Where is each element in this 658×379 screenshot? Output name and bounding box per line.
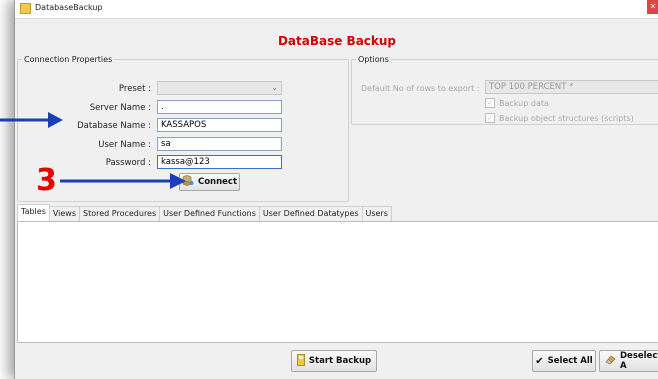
start-backup-label: Start Backup (308, 356, 372, 366)
rows-to-export-label: Default No of rows to export : (361, 84, 480, 93)
start-backup-button[interactable]: Start Backup (291, 350, 377, 372)
server-name-label: Server Name : (89, 103, 151, 113)
title-bar: DatabaseBackup ✕ (15, 0, 658, 19)
preset-select[interactable]: ⌄ (157, 81, 282, 95)
deselect-all-label: Deselect A (620, 351, 658, 371)
check-icon: ✓ (485, 113, 495, 123)
rows-to-export-select[interactable]: TOP 100 PERCENT * (485, 80, 658, 94)
tab-tables[interactable]: Tables (17, 204, 50, 222)
backup-icon (297, 353, 305, 369)
options-legend: Options (358, 55, 389, 64)
password-label: Password : (105, 158, 151, 168)
database-name-label: Database Name : (77, 121, 151, 131)
server-name-input[interactable]: . (157, 100, 282, 114)
page-title: DataBase Backup (277, 34, 397, 48)
connection-legend: Connection Properties (24, 55, 113, 64)
tab-user-defined-datatypes[interactable]: User Defined Datatypes (258, 206, 363, 222)
object-tabs: Tables Views Stored Procedures User Defi… (17, 204, 392, 222)
backup-data-label: Backup data (499, 98, 549, 108)
backup-structures-label: Backup object structures (scripts) (499, 113, 634, 123)
connect-button[interactable]: Connect (179, 173, 240, 191)
tab-user-defined-functions[interactable]: User Defined Functions (159, 206, 260, 222)
annotation-arrow-connect (60, 173, 186, 189)
window-title: DatabaseBackup (35, 3, 103, 12)
annotation-arrow-database (0, 112, 63, 128)
annotation-step-number: 3 (36, 163, 57, 198)
connect-label: Connect (197, 177, 238, 187)
tab-views[interactable]: Views (48, 206, 81, 222)
deselect-all-button[interactable]: Deselect A (599, 350, 658, 372)
password-input[interactable]: kassa@123 (157, 155, 282, 169)
backup-structures-checkbox[interactable]: ✓ Backup object structures (scripts) (485, 113, 634, 123)
select-all-label: Select All (547, 356, 593, 366)
app-icon (20, 3, 31, 14)
user-name-label: User Name : (98, 140, 151, 150)
tab-stored-procedures[interactable]: Stored Procedures (79, 206, 161, 222)
check-icon: ✓ (485, 98, 495, 108)
select-all-button[interactable]: ✔ Select All (532, 350, 596, 372)
checkmark-icon: ✔ (535, 355, 544, 367)
chevron-down-icon: ⌄ (271, 83, 278, 92)
backup-data-checkbox[interactable]: ✓ Backup data (485, 98, 549, 108)
eraser-icon (605, 354, 616, 368)
preset-label: Preset : (118, 84, 151, 94)
database-name-input[interactable]: KASSAPOS (157, 118, 282, 132)
tab-users[interactable]: Users (361, 206, 392, 222)
close-button[interactable]: ✕ (647, 0, 658, 14)
user-name-input[interactable]: sa (157, 137, 282, 151)
tables-list-panel[interactable] (17, 221, 658, 343)
